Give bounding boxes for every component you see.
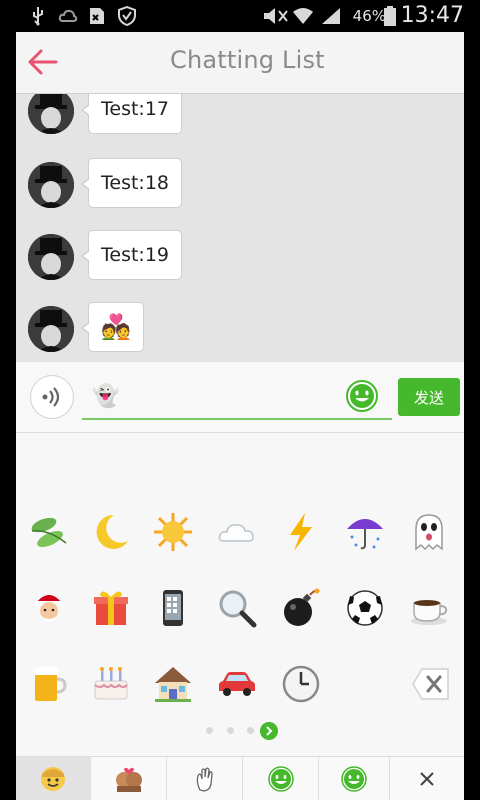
shield-icon	[118, 5, 136, 27]
cloud-icon	[58, 5, 78, 27]
lightning-icon[interactable]	[278, 509, 324, 555]
battery-icon	[384, 5, 396, 27]
leaves-icon[interactable]	[26, 509, 72, 555]
chat-message: Test:17	[16, 94, 464, 144]
page-dot-active[interactable]	[260, 722, 278, 740]
umbrella-icon[interactable]	[342, 509, 388, 555]
green-smile-tab-icon-2	[341, 766, 367, 792]
voice-icon	[42, 387, 60, 407]
close-emoji-panel-button[interactable]	[390, 757, 464, 800]
back-button[interactable]	[26, 46, 62, 78]
tab-green-smile-2[interactable]	[319, 757, 390, 800]
beer-icon[interactable]	[26, 661, 72, 707]
magnifier-icon[interactable]	[214, 585, 260, 631]
delete-button[interactable]	[408, 661, 454, 707]
input-bar: 👻 发送	[16, 362, 464, 433]
smile-icon	[346, 380, 378, 412]
sim-icon	[88, 5, 106, 27]
chat-message: Test:19	[16, 230, 464, 290]
avatar[interactable]	[28, 234, 74, 280]
coffee-icon[interactable]	[406, 585, 452, 631]
phone-icon[interactable]	[150, 585, 196, 631]
page-dot[interactable]	[206, 727, 213, 734]
avatar[interactable]	[28, 94, 74, 134]
chevron-right-icon	[266, 726, 273, 736]
avatar[interactable]	[28, 162, 74, 208]
moon-icon[interactable]	[88, 509, 134, 555]
tab-wave[interactable]	[167, 757, 243, 800]
arrow-left-icon	[28, 49, 58, 75]
message-bubble[interactable]: Test:18	[81, 158, 182, 208]
emoji-toggle-button[interactable]	[346, 380, 378, 412]
tab-smiley[interactable]	[16, 757, 91, 800]
page-dot[interactable]	[247, 727, 254, 734]
chat-message: Test:18	[16, 158, 464, 218]
message-bubble[interactable]: Test:17	[81, 94, 182, 134]
gift-icon[interactable]	[88, 585, 134, 631]
emoji-category-tabs	[16, 756, 464, 800]
status-bar: 46% 13:47	[0, 0, 480, 32]
car-icon[interactable]	[214, 661, 260, 707]
backspace-icon	[412, 668, 449, 700]
chat-message: 💑	[16, 302, 464, 362]
soccer-ball-icon[interactable]	[342, 585, 388, 631]
house-icon[interactable]	[150, 661, 196, 707]
usb-icon	[30, 5, 46, 27]
chat-app: Chatting List Test:17 Test:18 Test:19 �	[16, 32, 464, 800]
cloud-icon[interactable]	[214, 509, 260, 555]
santa-icon[interactable]	[26, 585, 72, 631]
battery-percent: 46%	[352, 7, 386, 25]
bomb-icon[interactable]	[278, 585, 324, 631]
mute-icon	[262, 5, 290, 27]
sun-icon[interactable]	[150, 509, 196, 555]
wave-tab-icon	[196, 767, 213, 792]
voice-button[interactable]	[30, 375, 74, 419]
page-dot[interactable]	[227, 727, 234, 734]
close-icon	[420, 772, 434, 786]
page-indicator	[16, 722, 464, 740]
clock-time: 13:47	[400, 3, 464, 28]
page-title: Chatting List	[170, 46, 325, 74]
tab-green-smile[interactable]	[243, 757, 319, 800]
signal-icon	[320, 5, 342, 27]
ghost-icon[interactable]	[406, 509, 452, 555]
clock-icon[interactable]	[278, 661, 324, 707]
send-button[interactable]: 发送	[398, 378, 460, 416]
wifi-icon	[292, 5, 314, 27]
message-bubble[interactable]: Test:19	[81, 230, 182, 280]
message-bubble[interactable]: 💑	[81, 302, 144, 352]
tab-couple[interactable]	[91, 757, 167, 800]
chat-message-list[interactable]: Test:17 Test:18 Test:19 💑	[16, 94, 464, 362]
smiley-tab-icon	[41, 767, 65, 791]
emoji-panel	[16, 433, 464, 788]
green-smile-tab-icon	[267, 766, 294, 792]
avatar[interactable]	[28, 306, 74, 352]
header: Chatting List	[16, 32, 464, 94]
cake-icon[interactable]	[88, 661, 134, 707]
couple-tab-icon	[115, 767, 142, 792]
